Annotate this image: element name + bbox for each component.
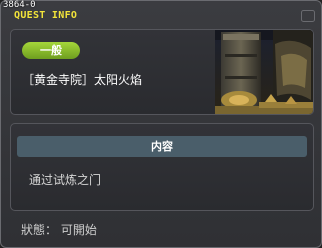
content-section-header: 内容 [17,136,307,157]
close-button[interactable] [301,7,315,22]
content-description: 通过试炼之门 [29,173,102,187]
quest-status: 狀態： 可開始 [21,223,97,237]
quest-category-badge: 一般 [22,42,80,59]
quest-name: ［黄金寺院］太阳火焰 [22,73,143,87]
quest-content-panel: 内容 通过试炼之门 [10,123,314,211]
window-title: QUEST INFO [14,10,78,21]
quest-summary-panel: 一般 ［黄金寺院］太阳火焰 [10,29,314,115]
close-icon [301,10,315,22]
quest-info-window: 3864-0 QUEST INFO 一般 ［黄金寺院］太阳火焰 内容 通过试炼之… [0,0,322,248]
quest-thumbnail-image [215,30,313,114]
